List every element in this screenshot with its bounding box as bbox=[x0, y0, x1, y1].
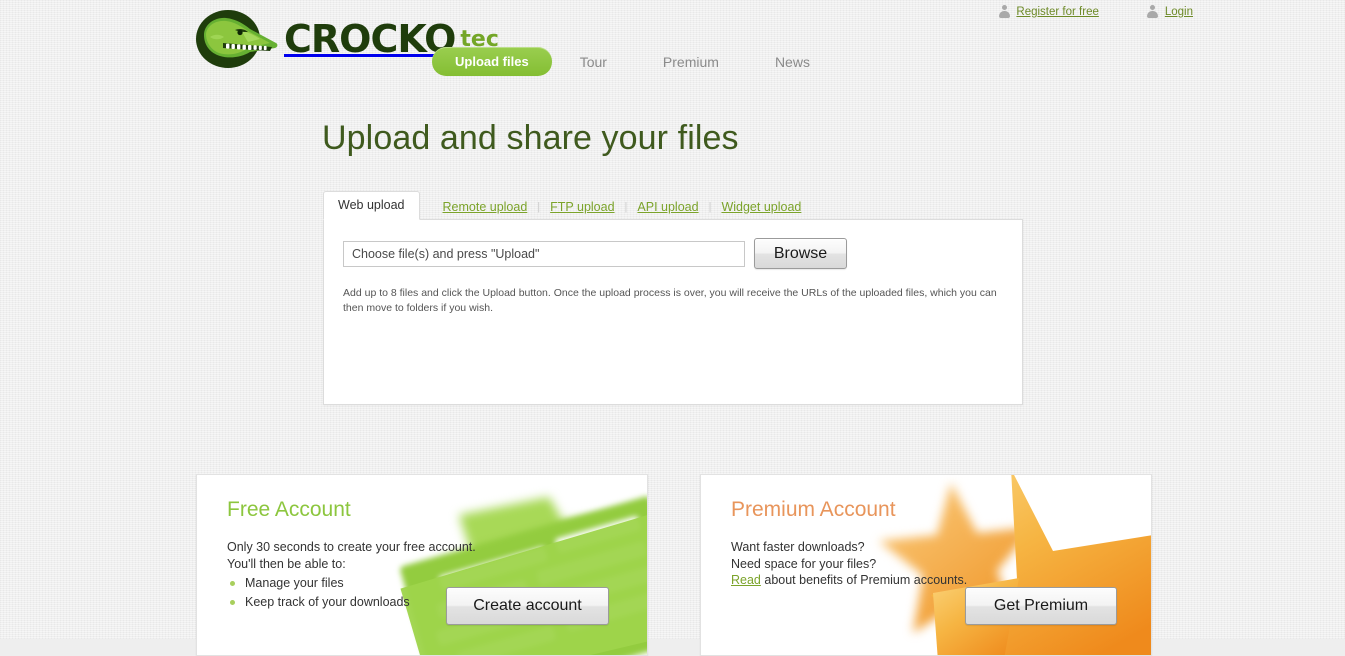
page-title: Upload and share your files bbox=[322, 119, 739, 157]
premium-account-line-1: Want faster downloads? bbox=[731, 540, 865, 554]
free-account-card: Free Account Only 30 seconds to create y… bbox=[196, 474, 648, 656]
list-item: Manage your files bbox=[227, 574, 476, 593]
premium-account-line-3: Read about benefits of Premium accounts. bbox=[731, 572, 967, 589]
free-account-line-2: You'll then be able to: bbox=[227, 556, 346, 571]
page-root: Register for free Login CROCKO tec Uploa… bbox=[0, 0, 1345, 656]
upload-panel: Browse Add up to 8 files and click the U… bbox=[323, 219, 1023, 405]
logo-wordmark: CROCKO bbox=[284, 17, 456, 61]
tab-web-upload[interactable]: Web upload bbox=[323, 191, 420, 220]
user-icon bbox=[998, 5, 1010, 18]
upload-instructions: Add up to 8 files and click the Upload b… bbox=[343, 287, 997, 314]
nav-item-tour[interactable]: Tour bbox=[552, 54, 635, 70]
create-account-button[interactable]: Create account bbox=[446, 587, 609, 625]
free-account-line-1: Only 30 seconds to create your free acco… bbox=[227, 540, 476, 554]
upload-block: Web upload Remote upload | FTP upload | … bbox=[323, 190, 1023, 405]
free-account-benefits: Manage your files Keep track of your dow… bbox=[227, 574, 476, 612]
register-for-free-link[interactable]: Register for free bbox=[998, 5, 1099, 18]
premium-account-line-3-rest: about benefits of Premium accounts. bbox=[760, 573, 968, 587]
user-icon bbox=[1147, 5, 1159, 18]
free-account-title: Free Account bbox=[227, 498, 351, 521]
file-chooser-row: Browse bbox=[324, 220, 1022, 269]
account-links: Register for free Login bbox=[998, 5, 1193, 18]
premium-account-line-2: Need space for your files? bbox=[731, 556, 877, 571]
browse-button[interactable]: Browse bbox=[754, 238, 847, 269]
premium-account-card: Premium Account Want faster downloads? N… bbox=[700, 474, 1152, 656]
tab-remote-upload[interactable]: Remote upload bbox=[433, 200, 538, 214]
tab-ftp-upload[interactable]: FTP upload bbox=[540, 200, 624, 214]
login-link[interactable]: Login bbox=[1147, 5, 1193, 18]
upload-tabs: Web upload Remote upload | FTP upload | … bbox=[323, 190, 1023, 220]
file-path-input[interactable] bbox=[343, 240, 745, 267]
get-premium-button[interactable]: Get Premium bbox=[965, 587, 1117, 625]
main-navigation: Upload files Tour Premium News bbox=[432, 47, 838, 76]
crocodile-head-icon bbox=[190, 7, 280, 71]
tab-widget-upload[interactable]: Widget upload bbox=[711, 200, 811, 214]
upload-tab-links: Remote upload | FTP upload | API upload … bbox=[420, 200, 812, 219]
premium-account-title: Premium Account bbox=[731, 498, 896, 521]
tab-api-upload[interactable]: API upload bbox=[627, 200, 708, 214]
register-label: Register for free bbox=[1016, 5, 1099, 18]
nav-item-premium[interactable]: Premium bbox=[635, 54, 747, 70]
nav-item-upload-files[interactable]: Upload files bbox=[432, 47, 552, 76]
free-account-body: Only 30 seconds to create your free acco… bbox=[227, 539, 476, 612]
premium-account-body: Want faster downloads? Need space for yo… bbox=[731, 539, 967, 589]
nav-item-news[interactable]: News bbox=[747, 54, 838, 70]
read-benefits-link[interactable]: Read bbox=[731, 573, 761, 587]
login-label: Login bbox=[1164, 5, 1193, 18]
list-item: Keep track of your downloads bbox=[227, 593, 476, 612]
